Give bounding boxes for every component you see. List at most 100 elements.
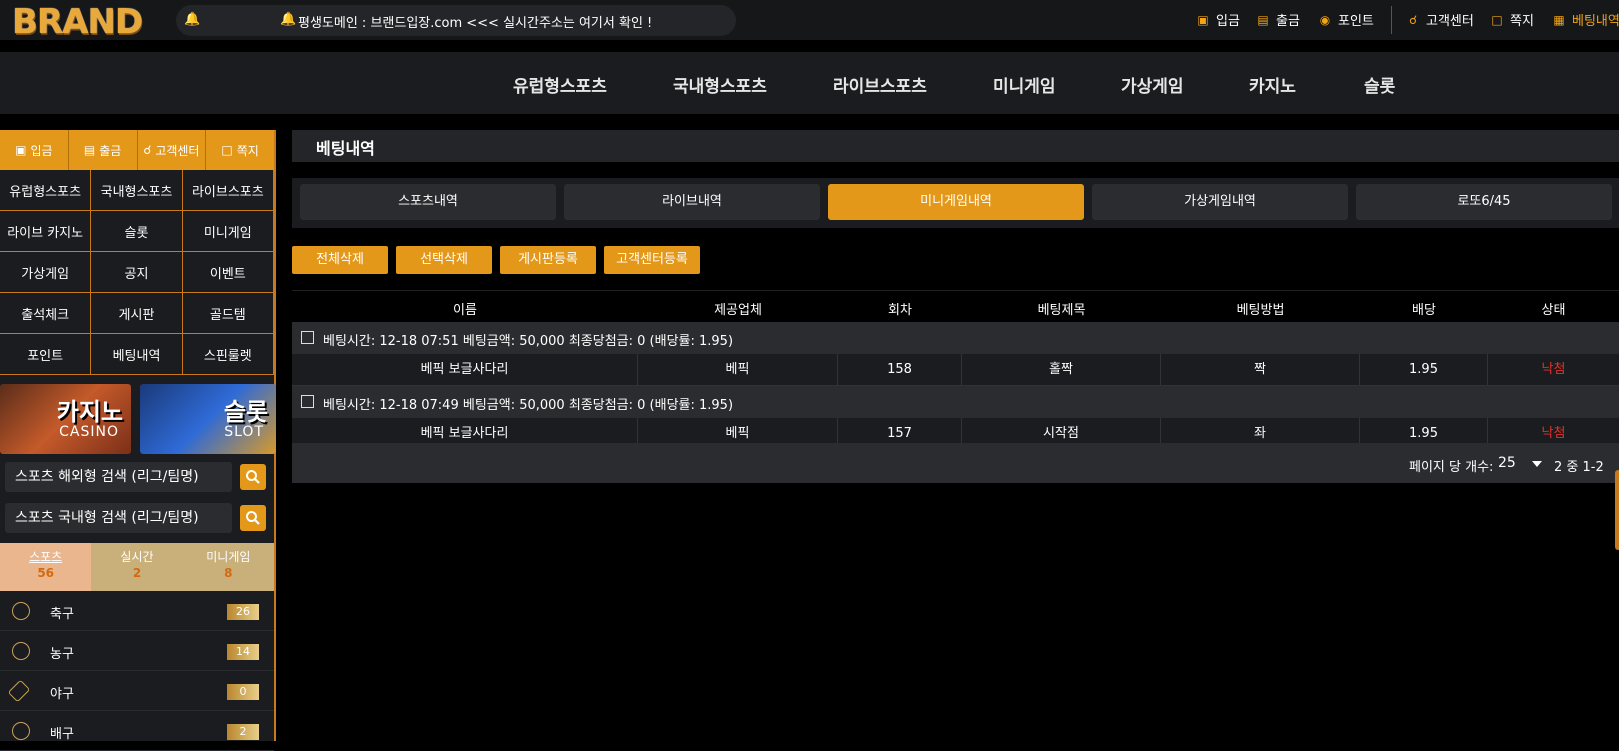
sidebar-item-spin-roulette[interactable]: 스핀룰렛 <box>182 334 274 375</box>
sidebar-item-notice[interactable]: 공지 <box>91 252 183 293</box>
sidebar: ▣ 입금 ▤ 출금 ☌ 고객센터 □ 쪽지 유럽형스포츠 국내형스포츠 라이브스포츠 라이브… <box>0 130 276 751</box>
sport-category-tabs: 스포츠 56 실시간 2 미니게임 8 <box>0 543 274 591</box>
cell-status: 낙첨 <box>1541 362 1566 377</box>
tab-minigame-label: 미니게임 <box>206 550 251 564</box>
page-title: 베팅내역 <box>316 139 375 158</box>
sidebar-item-live-sports[interactable]: 라이브스포츠 <box>182 170 274 211</box>
cell-odds: 1.95 <box>1360 354 1488 386</box>
delete-selected-button[interactable]: 선택삭제 <box>396 246 492 274</box>
sport-count: 26 <box>227 604 259 620</box>
card-icon: ▤ <box>1257 12 1269 27</box>
col-name: 이름 <box>453 303 477 318</box>
slot-banner-title: 슬롯 <box>223 398 268 426</box>
top-message-link[interactable]: □ 쪽지 <box>1490 10 1534 30</box>
nav-virtual-game[interactable]: 가상게임 <box>1121 72 1184 97</box>
bet-select-checkbox[interactable] <box>301 331 314 344</box>
sidebar-message-button[interactable]: □ 쪽지 <box>206 130 274 170</box>
top-betting-link[interactable]: ▦ 베팅내역 <box>1552 10 1619 30</box>
search-foreign-input[interactable]: 스포츠 해외형 검색 (리그/팀명) <box>5 462 232 492</box>
sidebar-support-button[interactable]: ☌ 고객센터 <box>138 130 207 170</box>
bet-group-header: 베팅시간: 12-18 07:49 베팅금액: 50,000 최종당첨금: 0 … <box>292 386 1619 418</box>
sidebar-item-board[interactable]: 게시판 <box>91 293 183 334</box>
main-nav: 유럽형스포츠 국내형스포츠 라이브스포츠 미니게임 가상게임 카지노 슬롯 <box>0 52 1619 114</box>
tab-sports-count: 56 <box>37 566 55 580</box>
sport-item-baseball[interactable]: 야구 0 <box>0 671 274 711</box>
post-board-button[interactable]: 게시판등록 <box>500 246 596 274</box>
top-deposit-link[interactable]: ▣ 입금 <box>1196 10 1240 30</box>
baseball-bat-icon <box>7 679 31 703</box>
bet-group-header: 베팅시간: 12-18 07:51 베팅금액: 50,000 최종당첨금: 0 … <box>292 322 1619 354</box>
wallet-icon: ▣ <box>15 143 27 157</box>
sidebar-banners: 카지노 CASINO 슬롯 SLOT <box>0 384 276 454</box>
per-page-select[interactable]: 25 <box>1498 455 1516 471</box>
chevron-down-icon[interactable] <box>1532 461 1542 467</box>
search-foreign-button[interactable] <box>240 464 266 490</box>
tab-sports-history[interactable]: 스포츠내역 <box>300 184 556 220</box>
bet-select-checkbox[interactable] <box>301 395 314 408</box>
sidebar-item-gold-item[interactable]: 골드템 <box>182 293 274 334</box>
slot-banner[interactable]: 슬롯 SLOT <box>140 384 276 454</box>
col-round: 회차 <box>888 303 912 318</box>
sidebar-withdraw-button[interactable]: ▤ 출금 <box>69 130 138 170</box>
table-pagination: 페이지 당 개수: 25 2 중 1-2 <box>292 443 1619 483</box>
casino-banner[interactable]: 카지노 CASINO <box>0 384 131 454</box>
sidebar-message-label: 쪽지 <box>236 143 259 158</box>
sidebar-item-european-sports[interactable]: 유럽형스포츠 <box>0 170 92 211</box>
sidebar-item-point[interactable]: 포인트 <box>0 334 92 375</box>
tab-sports[interactable]: 스포츠 56 <box>0 543 92 591</box>
tab-lotto-history[interactable]: 로또6/45 <box>1356 184 1612 220</box>
nav-domestic-sports[interactable]: 국내형스포츠 <box>673 72 767 97</box>
top-withdraw-link[interactable]: ▤ 출금 <box>1256 10 1300 30</box>
top-message-label: 쪽지 <box>1510 14 1534 29</box>
nav-casino[interactable]: 카지노 <box>1249 72 1296 97</box>
nav-live-sports[interactable]: 라이브스포츠 <box>833 72 927 97</box>
top-withdraw-label: 출금 <box>1276 14 1300 29</box>
sport-item-volleyball[interactable]: 배구 2 <box>0 711 274 751</box>
nav-slot[interactable]: 슬롯 <box>1364 72 1395 97</box>
sport-count: 14 <box>227 644 259 660</box>
tab-live[interactable]: 실시간 2 <box>91 543 182 591</box>
col-bet-method: 베팅방법 <box>1236 303 1285 318</box>
wallet-icon: ▣ <box>1197 12 1209 27</box>
sidebar-deposit-button[interactable]: ▣ 입금 <box>0 130 69 170</box>
sidebar-item-slot[interactable]: 슬롯 <box>91 211 183 252</box>
search-domestic-input[interactable]: 스포츠 국내형 검색 (리그/팀명) <box>5 503 232 533</box>
col-bet-title: 베팅제목 <box>1037 303 1086 318</box>
nav-minigame[interactable]: 미니게임 <box>993 72 1056 97</box>
sport-name: 야구 <box>50 687 74 702</box>
tab-sports-label: 스포츠 <box>29 550 63 564</box>
post-support-button[interactable]: 고객센터등록 <box>604 246 700 274</box>
search-icon <box>246 470 260 484</box>
sidebar-item-event[interactable]: 이벤트 <box>182 252 274 293</box>
sidebar-item-minigame[interactable]: 미니게임 <box>182 211 274 252</box>
sport-item-soccer[interactable]: 축구 26 <box>0 591 274 631</box>
sidebar-menu-grid: 유럽형스포츠 국내형스포츠 라이브스포츠 라이브 카지노 슬롯 미니게임 가상게임 공지 이… <box>0 170 274 375</box>
sport-name: 축구 <box>50 607 74 622</box>
top-support-link[interactable]: ☌ 고객센터 <box>1406 10 1474 30</box>
cell-bet-method: 짝 <box>1161 354 1360 386</box>
tab-minigame[interactable]: 미니게임 8 <box>183 543 274 591</box>
top-point-link[interactable]: ◉ 포인트 <box>1318 10 1374 30</box>
sidebar-quick-menu: ▣ 입금 ▤ 출금 ☌ 고객센터 □ 쪽지 <box>0 130 274 170</box>
sidebar-item-betting-history[interactable]: 베팅내역 <box>91 334 183 375</box>
sidebar-item-virtual-game[interactable]: 가상게임 <box>0 252 92 293</box>
sidebar-item-live-casino[interactable]: 라이브 카지노 <box>0 211 92 252</box>
search-domestic-button[interactable] <box>240 505 266 531</box>
sidebar-item-attendance[interactable]: 출석체크 <box>0 293 92 334</box>
side-tab-handle[interactable] <box>1615 470 1619 550</box>
sport-count: 0 <box>227 684 259 700</box>
top-betting-label: 베팅내역 <box>1572 14 1619 29</box>
tab-live-history[interactable]: 라이브내역 <box>564 184 820 220</box>
sport-item-basketball[interactable]: 농구 14 <box>0 631 274 671</box>
tab-virtual-history[interactable]: 가상게임내역 <box>1092 184 1348 220</box>
tab-minigame-history[interactable]: 미니게임내역 <box>828 184 1084 220</box>
casino-banner-sub: CASINO <box>59 424 119 440</box>
tab-minigame-count: 8 <box>224 566 233 580</box>
nav-european-sports[interactable]: 유럽형스포츠 <box>513 72 607 97</box>
delete-all-button[interactable]: 전체삭제 <box>292 246 388 274</box>
cell-round: 158 <box>838 354 962 386</box>
sidebar-item-domestic-sports[interactable]: 국내형스포츠 <box>91 170 183 211</box>
history-tabs: 스포츠내역 라이브내역 미니게임내역 가상게임내역 로또6/45 <box>292 178 1619 228</box>
message-icon: □ <box>221 143 233 157</box>
top-support-label: 고객센터 <box>1426 14 1474 29</box>
